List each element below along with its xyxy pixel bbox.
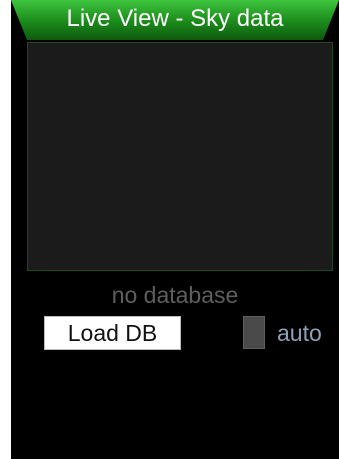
- page-title: Live View - Sky data: [66, 5, 284, 32]
- title-bar: Live View - Sky data: [11, 0, 339, 40]
- sky-data-view: [27, 42, 333, 271]
- auto-toggle[interactable]: [243, 316, 265, 349]
- camera-screen: Live View - Sky data no database Load DB…: [11, 0, 339, 459]
- database-status: no database: [111, 282, 239, 308]
- load-db-button[interactable]: Load DB: [44, 316, 181, 350]
- auto-label: auto: [277, 320, 322, 346]
